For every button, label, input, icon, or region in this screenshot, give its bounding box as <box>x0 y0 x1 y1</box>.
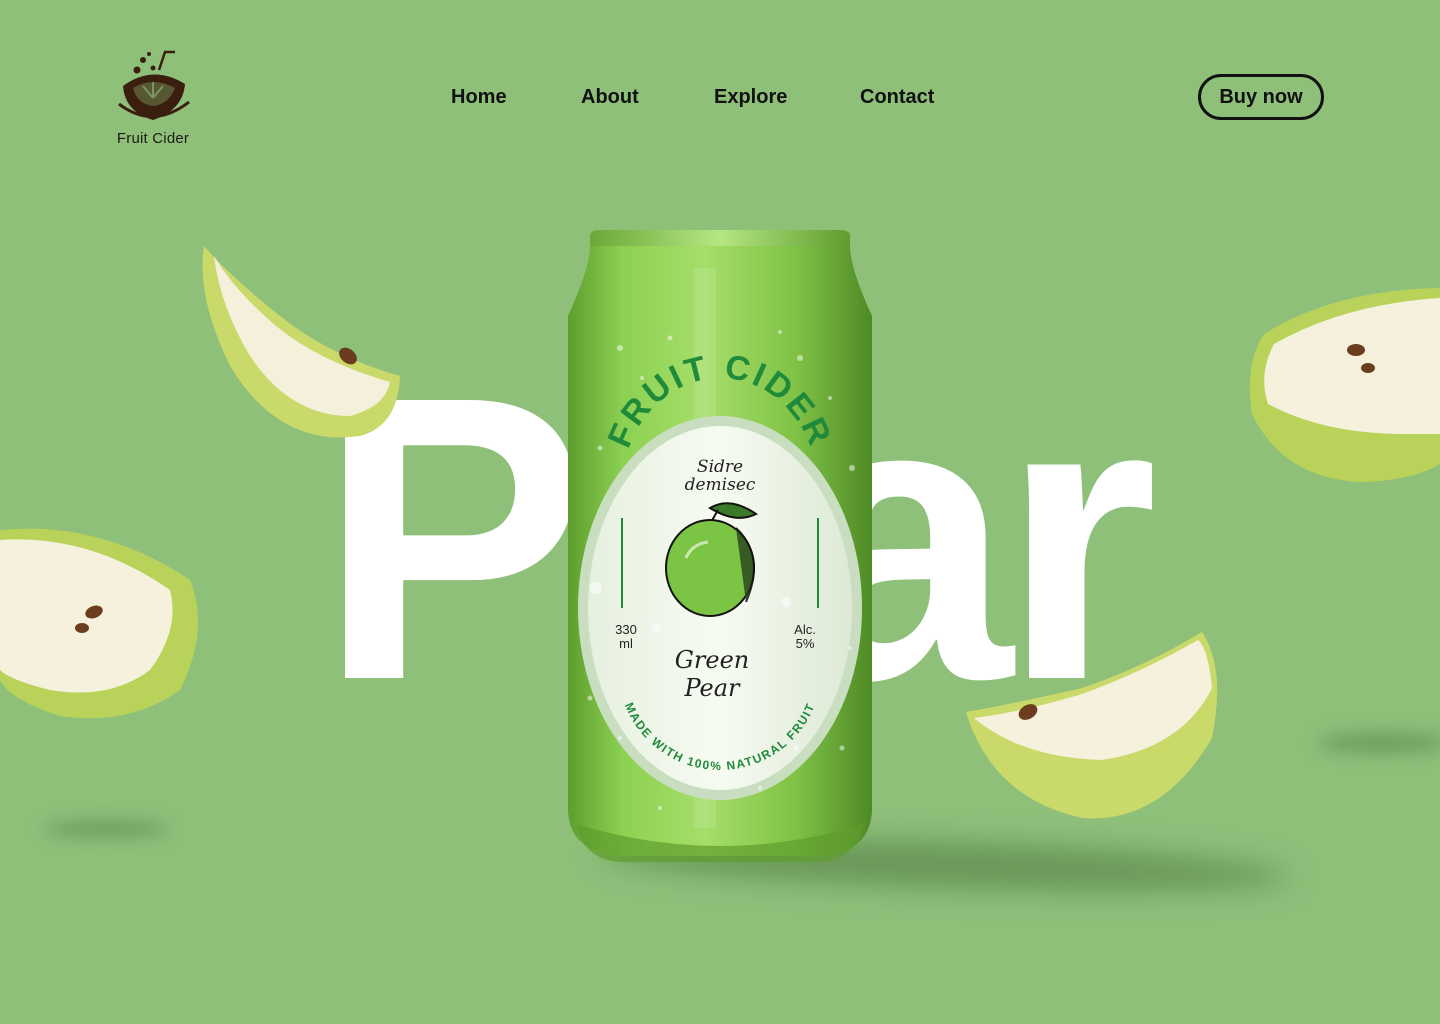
label-volume-unit: ml <box>619 636 633 651</box>
label-volume-number: 330 <box>615 622 637 637</box>
buy-now-button[interactable]: Buy now <box>1198 74 1324 120</box>
pear-slice-right <box>1249 288 1440 482</box>
pear-slice-left <box>0 528 198 719</box>
nav-contact[interactable]: Contact <box>860 86 934 109</box>
label-flavor-1: Green <box>675 646 750 674</box>
label-alcohol-value: 5% <box>796 636 815 651</box>
brand-name: Fruit Cider <box>116 130 190 147</box>
nav-explore[interactable]: Explore <box>714 86 787 109</box>
nav-home[interactable]: Home <box>451 86 507 109</box>
cider-can: FRUIT CIDER Sidre demisec 330 ml Alc. 5%… <box>568 230 872 862</box>
label-style-1: Sidre <box>697 457 743 477</box>
slice-shadow <box>1318 732 1440 754</box>
label-alcohol-label: Alc. <box>794 622 816 637</box>
label-flavor-2: Pear <box>683 674 741 702</box>
slice-shadow <box>44 820 168 838</box>
pear-slice-bottom-right <box>966 632 1218 819</box>
nav-about[interactable]: About <box>581 86 639 109</box>
label-style-2: demisec <box>685 475 756 495</box>
pear-slice-top-left <box>202 246 400 438</box>
